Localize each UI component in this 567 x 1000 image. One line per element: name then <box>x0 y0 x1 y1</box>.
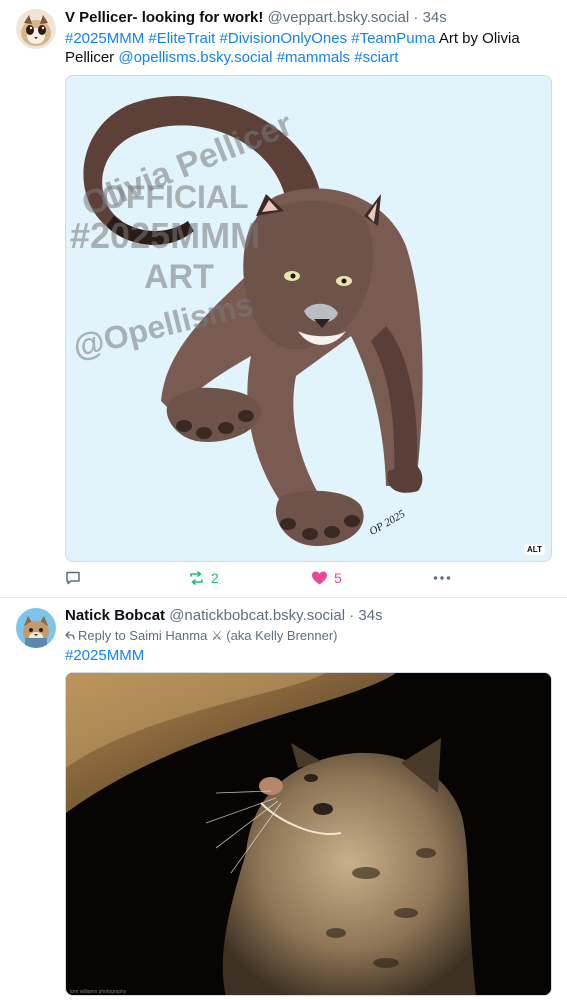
hashtag-link[interactable]: #sciart <box>354 49 398 66</box>
watermark-text: ART <box>144 258 214 296</box>
post-header: V Pellicer- looking for work! @veppart.b… <box>65 8 552 28</box>
separator-dot: · <box>349 607 355 624</box>
post-text: #2025MMM <box>65 646 552 665</box>
puma-illustration: Olivia Pellicer OFFICIAL #2025MMM ART @O… <box>69 96 423 546</box>
reply-to-text: Reply to Saimi Hanma <box>78 628 208 643</box>
post-natickbobcat[interactable]: Natick Bobcat @natickbobcat.bsky.social … <box>0 598 567 1000</box>
post-image-bobcat-photo[interactable]: tom williams photography <box>65 672 552 996</box>
hashtag-link[interactable]: #2025MMM <box>65 30 144 47</box>
repost-button[interactable]: 2 <box>188 567 219 589</box>
hashtag-link[interactable]: #mammals <box>277 49 350 66</box>
post-time[interactable]: 34s <box>358 607 382 624</box>
separator-dot: · <box>413 9 419 26</box>
hashtag-link[interactable]: #DivisionOnlyOnes <box>220 30 348 47</box>
avatar-natickbobcat[interactable] <box>16 608 56 648</box>
hashtag-link[interactable]: #EliteTrait <box>148 30 215 47</box>
more-options-button[interactable] <box>433 567 451 589</box>
reply-arrow-icon <box>65 631 75 640</box>
more-icon <box>433 576 451 580</box>
hashtag-link[interactable]: #2025MMM <box>65 647 144 664</box>
author-handle[interactable]: @natickbobcat.bsky.social <box>169 607 345 624</box>
reply-icon <box>66 571 80 585</box>
post-header: Natick Bobcat @natickbobcat.bsky.social … <box>65 606 552 626</box>
mention-link[interactable]: @opellisms.bsky.social <box>118 49 272 66</box>
post-text: #2025MMM #EliteTrait #DivisionOnlyOnes #… <box>65 29 552 67</box>
artist-signature: OP 2025 <box>367 508 407 538</box>
like-count: 5 <box>334 570 342 586</box>
post-image-puma-art[interactable]: Olivia Pellicer OFFICIAL #2025MMM ART @O… <box>65 75 552 562</box>
heart-icon <box>312 571 327 585</box>
reply-emoji: ⚔ <box>210 628 223 643</box>
hashtag-link[interactable]: #TeamPuma <box>351 30 435 47</box>
reply-context[interactable]: Reply to Saimi Hanma ⚔ (aka Kelly Brenne… <box>65 627 552 645</box>
avatar-veppart[interactable] <box>16 9 56 49</box>
repost-count: 2 <box>211 570 219 586</box>
post-actions: 2 5 <box>65 567 552 589</box>
watermark-text: OFFICIAL <box>101 179 249 215</box>
author-name[interactable]: V Pellicer- looking for work! <box>65 9 263 26</box>
photo-credit: tom williams photography <box>70 989 127 995</box>
reply-to-aka: (aka Kelly Brenner) <box>226 628 338 643</box>
like-button[interactable]: 5 <box>311 567 342 589</box>
author-handle[interactable]: @veppart.bsky.social <box>268 9 410 26</box>
watermark-text: #2025MMM <box>70 215 260 256</box>
post-veppart[interactable]: V Pellicer- looking for work! @veppart.b… <box>0 0 567 598</box>
post-text-plain: Pellicer <box>65 49 115 66</box>
repost-icon <box>190 571 203 585</box>
alt-badge[interactable]: ALT <box>524 544 545 555</box>
reply-button[interactable] <box>65 567 81 589</box>
bobcat-photo: tom williams photography <box>66 673 551 995</box>
post-text-plain: Art by Olivia <box>438 30 520 47</box>
author-name[interactable]: Natick Bobcat <box>65 607 165 624</box>
post-time[interactable]: 34s <box>423 9 447 26</box>
